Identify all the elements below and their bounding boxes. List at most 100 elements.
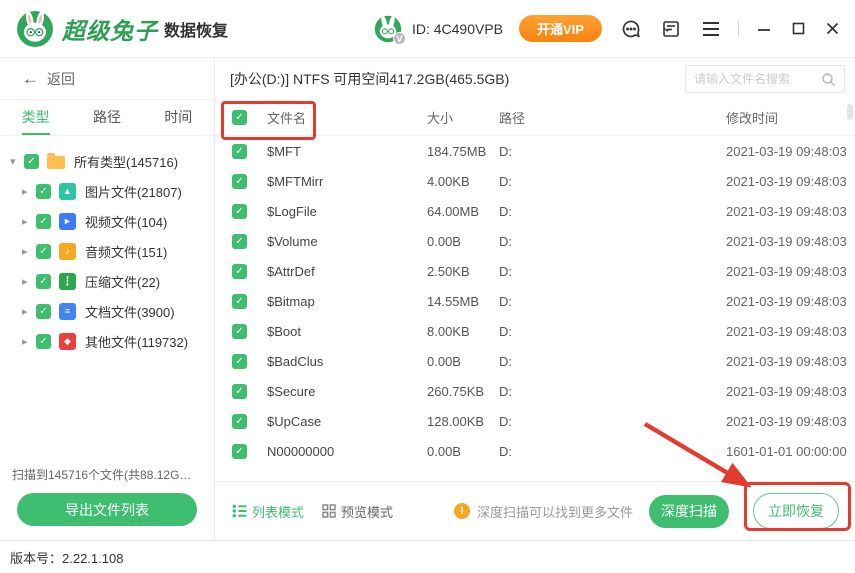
column-header-size[interactable]: 大小	[427, 108, 499, 127]
cell-size: 128.00KB	[427, 414, 499, 429]
folder-icon	[47, 156, 65, 169]
row-checkbox[interactable]: ✓	[232, 204, 247, 219]
sidebar-tree-item[interactable]: ▸ ✓ ≡ 文档文件(3900)	[0, 296, 214, 326]
search-box[interactable]	[685, 65, 845, 93]
tree-item-checkbox[interactable]: ✓	[36, 214, 51, 229]
table-row[interactable]: ✓ $Bitmap 14.55MB D: 2021-03-19 09:48:03	[215, 286, 855, 316]
tree-item-checkbox[interactable]: ✓	[36, 184, 51, 199]
table-row[interactable]: ✓ $AttrDef 2.50KB D: 2021-03-19 09:48:03	[215, 256, 855, 286]
close-button[interactable]	[823, 20, 841, 38]
row-checkbox[interactable]: ✓	[232, 294, 247, 309]
customer-service-icon[interactable]	[620, 18, 642, 40]
caret-icon[interactable]: ▸	[22, 215, 36, 228]
caret-icon[interactable]: ▾	[10, 155, 24, 168]
titlebar: 超级兔子 数据恢复 V ID: 4C490VPB 开通VIP	[0, 0, 855, 58]
zip-file-icon: ┇	[59, 273, 76, 290]
tree-item-checkbox[interactable]: ✓	[24, 154, 39, 169]
open-vip-button[interactable]: 开通VIP	[519, 15, 602, 42]
maximize-button[interactable]	[789, 20, 807, 38]
cell-size: 8.00KB	[427, 324, 499, 339]
menu-icon[interactable]	[700, 18, 722, 40]
tree-item-checkbox[interactable]: ✓	[36, 304, 51, 319]
tree-item-label: 图片文件(21807)	[85, 182, 182, 201]
export-file-list-button[interactable]: 导出文件列表	[17, 493, 197, 526]
tree-item-label: 文档文件(3900)	[85, 302, 175, 321]
back-button[interactable]: ← 返回	[0, 58, 214, 100]
scan-summary: 扫描到145716个文件(共88.12G…	[12, 466, 202, 483]
deep-scan-hint: ! 深度扫描可以找到更多文件	[454, 502, 633, 521]
table-row[interactable]: ✓ $Secure 260.75KB D: 2021-03-19 09:48:0…	[215, 376, 855, 406]
row-checkbox[interactable]: ✓	[232, 234, 247, 249]
rabbit-logo-icon	[16, 10, 54, 48]
tree-item-checkbox[interactable]: ✓	[36, 274, 51, 289]
row-checkbox[interactable]: ✓	[232, 354, 247, 369]
sidebar-tree-item[interactable]: ▸ ✓ ► 视频文件(104)	[0, 206, 214, 236]
feedback-icon[interactable]	[660, 18, 682, 40]
tree-item-checkbox[interactable]: ✓	[36, 244, 51, 259]
minimize-button[interactable]	[755, 20, 773, 38]
tree-item-checkbox[interactable]: ✓	[36, 334, 51, 349]
table-row[interactable]: ✓ $MFT 184.75MB D: 2021-03-19 09:48:03	[215, 136, 855, 166]
recover-now-button[interactable]: 立即恢复	[753, 493, 839, 529]
table-header: ✓ 文件名 大小 路径 修改时间	[215, 100, 855, 136]
sidebar: ← 返回 类型 路径 时间 ▾ ✓ 所有类型(145716) ▸ ✓ ▲ 图片文…	[0, 58, 215, 540]
caret-icon[interactable]: ▸	[22, 275, 36, 288]
tab-time[interactable]: 时间	[143, 100, 214, 135]
cell-name: $LogFile	[267, 204, 427, 219]
tab-type[interactable]: 类型	[0, 100, 71, 135]
table-row[interactable]: ✓ N00000000 0.00B D: 1601-01-01 00:00:00	[215, 436, 855, 466]
preview-mode-toggle[interactable]: 预览模式	[322, 502, 393, 521]
search-input[interactable]	[694, 72, 821, 86]
select-all-checkbox[interactable]: ✓	[232, 110, 247, 125]
audio-file-icon: ♪	[59, 243, 76, 260]
list-mode-toggle[interactable]: 列表模式	[232, 502, 304, 521]
row-checkbox[interactable]: ✓	[232, 384, 247, 399]
version-label: 版本号：2.22.1.108	[10, 548, 123, 567]
cell-name: $Volume	[267, 234, 427, 249]
deep-scan-button[interactable]: 深度扫描	[649, 495, 729, 528]
video-file-icon: ►	[59, 213, 76, 230]
tree-item-label: 音频文件(151)	[85, 242, 167, 261]
column-header-path[interactable]: 路径	[499, 108, 726, 127]
sidebar-tree-item[interactable]: ▸ ✓ ♪ 音频文件(151)	[0, 236, 214, 266]
search-icon[interactable]	[821, 72, 836, 87]
column-header-name[interactable]: 文件名	[267, 108, 427, 127]
row-checkbox[interactable]: ✓	[232, 444, 247, 459]
caret-icon[interactable]: ▸	[22, 305, 36, 318]
vip-level-badge: V	[393, 32, 406, 45]
tree-item-label: 视频文件(104)	[85, 212, 167, 231]
tree-item-label: 其他文件(119732)	[85, 332, 188, 351]
table-row[interactable]: ✓ $BadClus 0.00B D: 2021-03-19 09:48:03	[215, 346, 855, 376]
table-row[interactable]: ✓ $MFTMirr 4.00KB D: 2021-03-19 09:48:03	[215, 166, 855, 196]
sidebar-tree-item[interactable]: ▸ ✓ ◆ 其他文件(119732)	[0, 326, 214, 356]
partition-title-row: [办公(D:)] NTFS 可用空间417.2GB(465.5GB)	[215, 58, 855, 100]
cell-mtime: 2021-03-19 09:48:03	[726, 204, 855, 219]
cell-name: $Boot	[267, 324, 427, 339]
image-file-icon: ▲	[59, 183, 76, 200]
back-arrow-icon: ←	[22, 69, 39, 89]
table-row[interactable]: ✓ $Boot 8.00KB D: 2021-03-19 09:48:03	[215, 316, 855, 346]
table-row[interactable]: ✓ $Volume 0.00B D: 2021-03-19 09:48:03	[215, 226, 855, 256]
app-window: 超级兔子 数据恢复 V ID: 4C490VPB 开通VIP	[0, 0, 855, 573]
row-checkbox[interactable]: ✓	[232, 144, 247, 159]
caret-icon[interactable]: ▸	[22, 245, 36, 258]
row-checkbox[interactable]: ✓	[232, 264, 247, 279]
hint-text: 深度扫描可以找到更多文件	[477, 502, 633, 521]
sidebar-tree-item[interactable]: ▸ ✓ ▲ 图片文件(21807)	[0, 176, 214, 206]
file-table: ✓ $MFT 184.75MB D: 2021-03-19 09:48:03 ✓…	[215, 136, 855, 481]
caret-icon[interactable]: ▸	[22, 335, 36, 348]
row-checkbox[interactable]: ✓	[232, 174, 247, 189]
row-checkbox[interactable]: ✓	[232, 414, 247, 429]
cell-path: D:	[499, 354, 726, 369]
table-row[interactable]: ✓ $UpCase 128.00KB D: 2021-03-19 09:48:0…	[215, 406, 855, 436]
sidebar-tree-item[interactable]: ▸ ✓ ┇ 压缩文件(22)	[0, 266, 214, 296]
column-header-mtime[interactable]: 修改时间	[726, 108, 855, 127]
table-row[interactable]: ✓ $LogFile 64.00MB D: 2021-03-19 09:48:0…	[215, 196, 855, 226]
row-checkbox[interactable]: ✓	[232, 324, 247, 339]
tab-path[interactable]: 路径	[71, 100, 142, 135]
warning-icon: !	[454, 503, 470, 519]
sidebar-tree-item[interactable]: ▾ ✓ 所有类型(145716)	[0, 146, 214, 176]
avatar[interactable]: V	[374, 15, 402, 43]
caret-icon[interactable]: ▸	[22, 185, 36, 198]
scrollbar-thumb[interactable]	[847, 104, 853, 120]
